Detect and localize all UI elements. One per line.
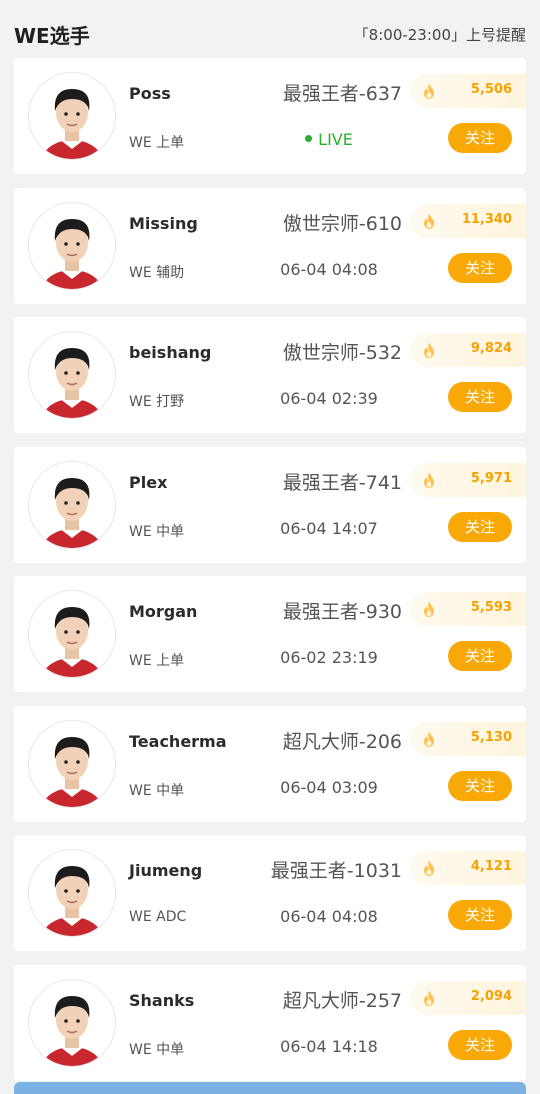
player-card[interactable]: Plex WE 中单 最强王者-741 06-04 14:07 5,971 关注 (14, 446, 526, 563)
player-status: 06-04 14:18 (280, 1036, 378, 1056)
flame-icon (424, 212, 434, 229)
player-avatar-icon (29, 73, 115, 159)
player-avatar[interactable] (28, 590, 116, 678)
player-name: Missing (129, 213, 198, 233)
heat-value: 9,824 (470, 341, 512, 356)
player-team-role: WE 打野 (129, 394, 185, 410)
player-rank: 最强王者-741 (282, 471, 402, 494)
player-avatar[interactable] (28, 201, 116, 290)
player-status: 06-04 04:08 (280, 259, 378, 279)
player-card[interactable]: Teacherma WE 中单 超凡大师-206 06-04 03:09 5,1… (14, 705, 526, 822)
player-team-role: WE 辅助 (129, 264, 185, 281)
player-name: Plex (129, 472, 168, 492)
page-header: WE选手 「8:00-23:00」上号提醒 (0, 0, 540, 58)
player-rank: 最强王者-637 (282, 83, 402, 105)
flame-icon (424, 730, 434, 747)
follow-button[interactable]: 关注 (448, 900, 512, 930)
player-status: 06-04 02:39 (280, 389, 378, 408)
player-status: 06-04 03:09 (280, 777, 378, 797)
player-team-role: WE 上单 (129, 135, 185, 151)
player-rank: 超凡大师-257 (282, 989, 402, 1012)
heat-badge: 5,593 (410, 592, 526, 626)
player-status: 06-02 23:19 (280, 648, 378, 667)
player-team-role: WE ADC (129, 909, 187, 925)
player-avatar[interactable] (28, 978, 116, 1067)
player-avatar-icon (29, 850, 115, 936)
player-avatar-icon (29, 461, 115, 548)
player-avatar[interactable] (28, 719, 116, 808)
player-name: Poss (129, 84, 171, 103)
page-title: WE选手 (14, 24, 90, 48)
live-label: LIVE (318, 130, 353, 149)
player-team-role: WE 上单 (129, 653, 185, 669)
bottom-banner[interactable] (14, 1082, 526, 1094)
flame-icon (424, 601, 434, 617)
online-reminder-link[interactable]: 「8:00-23:00」上号提醒 (354, 24, 526, 45)
heat-badge: 5,506 (410, 74, 526, 108)
player-name: Shanks (129, 990, 195, 1010)
player-card[interactable]: Jiumeng WE ADC 最强王者-1031 06-04 04:08 4,1… (14, 835, 526, 951)
player-avatar[interactable] (28, 460, 116, 549)
heat-value: 5,506 (470, 82, 512, 97)
player-status: 06-04 04:08 (280, 907, 378, 926)
heat-badge: 2,094 (410, 980, 526, 1015)
heat-badge: 5,971 (410, 462, 526, 497)
heat-value: 5,971 (470, 470, 512, 486)
follow-button[interactable]: 关注 (448, 123, 512, 153)
heat-value: 5,593 (470, 600, 512, 615)
player-rank: 最强王者-930 (282, 601, 402, 623)
player-status: LIVE (254, 130, 404, 149)
follow-button[interactable]: 关注 (448, 252, 512, 283)
flame-icon (424, 471, 434, 488)
player-rank: 最强王者-1031 (270, 860, 402, 882)
player-card[interactable]: Morgan WE 上单 最强王者-930 06-02 23:19 5,593 … (14, 576, 526, 692)
flame-icon (424, 989, 434, 1006)
heat-value: 11,340 (461, 211, 512, 227)
follow-button[interactable]: 关注 (448, 641, 512, 671)
live-indicator-dot (305, 135, 313, 142)
player-avatar-icon (29, 332, 115, 418)
follow-button[interactable]: 关注 (448, 382, 512, 412)
player-team-role: WE 中单 (129, 523, 185, 540)
heat-badge: 4,121 (410, 851, 526, 885)
heat-value: 5,130 (470, 729, 512, 745)
player-name: beishang (129, 343, 212, 362)
player-name: Jiumeng (129, 861, 203, 880)
player-rank: 傲世宗师-532 (282, 342, 402, 364)
heat-badge: 9,824 (410, 333, 526, 367)
heat-value: 4,121 (470, 859, 512, 874)
player-avatar-icon (29, 202, 115, 289)
player-card[interactable]: Missing WE 辅助 傲世宗师-610 06-04 04:08 11,34… (14, 187, 526, 304)
player-avatar[interactable] (28, 331, 116, 419)
follow-button[interactable]: 关注 (448, 770, 512, 801)
flame-icon (424, 83, 434, 99)
heat-badge: 5,130 (410, 721, 526, 756)
follow-button[interactable]: 关注 (448, 1029, 512, 1060)
heat-badge: 11,340 (410, 203, 526, 238)
flame-icon (424, 342, 434, 358)
player-rank: 超凡大师-206 (282, 730, 402, 753)
player-status: 06-04 14:07 (280, 518, 378, 538)
player-avatar-icon (29, 979, 115, 1066)
player-team-role: WE 中单 (129, 782, 185, 799)
player-name: Morgan (129, 602, 198, 621)
flame-icon (424, 860, 434, 876)
player-rank: 傲世宗师-610 (282, 212, 402, 235)
player-card[interactable]: Poss WE 上单 最强王者-637 LIVE 5,506 关注 (14, 58, 526, 174)
player-avatar[interactable] (28, 849, 116, 937)
player-avatar[interactable] (28, 72, 116, 160)
player-team-role: WE 中单 (129, 1041, 185, 1058)
player-avatar-icon (29, 591, 115, 677)
heat-value: 2,094 (470, 988, 512, 1004)
follow-button[interactable]: 关注 (448, 511, 512, 542)
player-name: Teacherma (129, 731, 227, 751)
player-avatar-icon (29, 720, 115, 807)
player-card[interactable]: beishang WE 打野 傲世宗师-532 06-04 02:39 9,82… (14, 317, 526, 433)
player-card[interactable]: Shanks WE 中单 超凡大师-257 06-04 14:18 2,094 … (14, 964, 526, 1081)
